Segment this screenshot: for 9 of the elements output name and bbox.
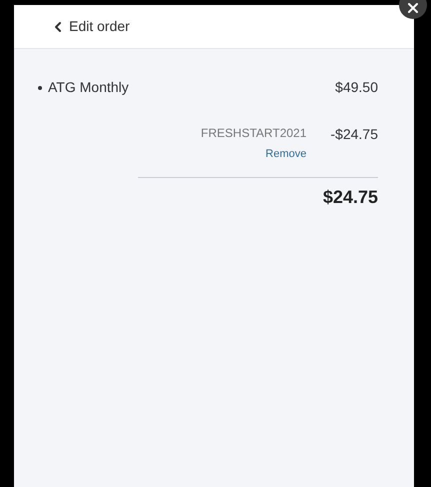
close-icon — [405, 0, 421, 16]
item-price: $49.50 — [335, 78, 378, 97]
order-total: $24.75 — [322, 186, 378, 208]
discount-amount: -$24.75 — [330, 125, 378, 144]
remove-link[interactable]: Remove — [266, 146, 307, 162]
item-name: ATG Monthly — [48, 78, 129, 97]
bullet-icon — [38, 86, 42, 90]
back-button[interactable]: Edit order — [50, 16, 130, 37]
discount-code: FRESHSTART2021 — [200, 125, 307, 142]
